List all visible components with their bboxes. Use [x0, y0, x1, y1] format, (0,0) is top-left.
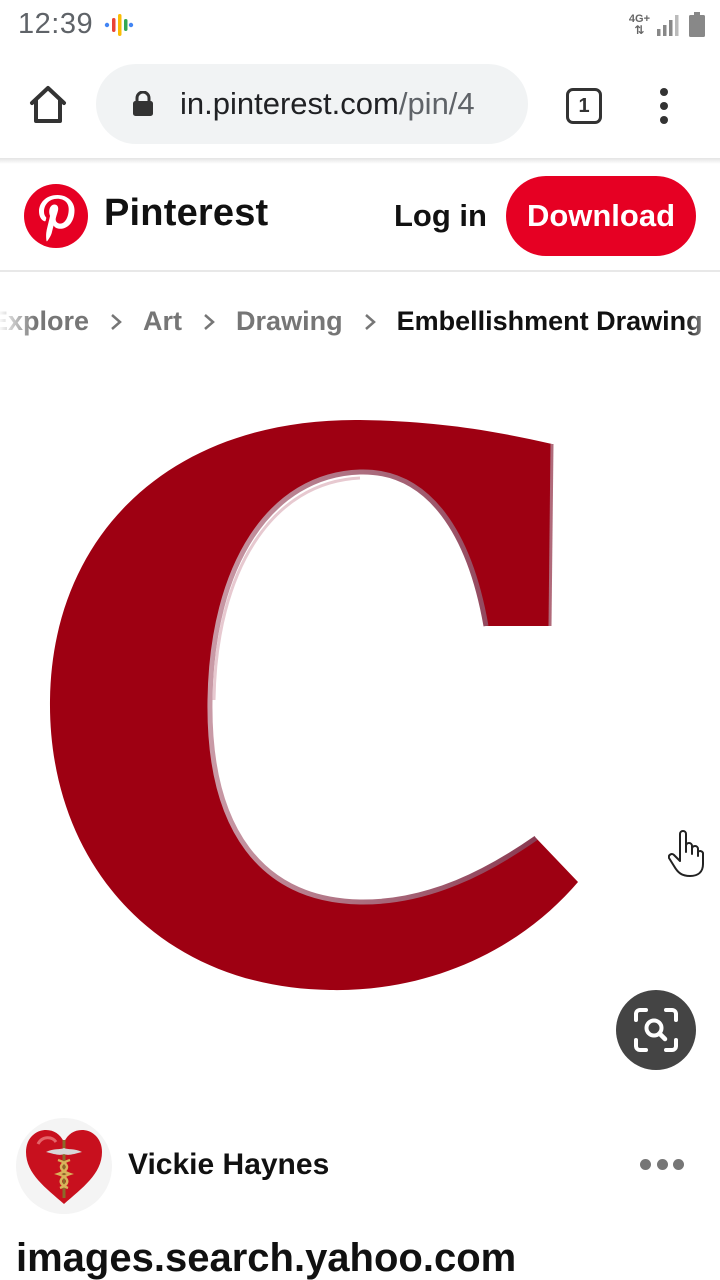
visual-search-icon	[634, 1008, 678, 1052]
home-icon[interactable]	[26, 83, 70, 127]
breadcrumb-list: Explore Art Drawing Embellishment Drawin…	[0, 306, 703, 337]
address-bar[interactable]: in.pinterest.com/pin/4	[96, 64, 528, 144]
status-time: 12:39	[18, 8, 94, 40]
tabs-icon[interactable]: 1	[566, 88, 602, 124]
url-path: /pin/4	[398, 86, 475, 121]
network-type: 4G+ ⇅	[628, 13, 650, 37]
login-button[interactable]: Log in	[384, 194, 497, 238]
breadcrumb-art[interactable]: Art	[143, 306, 182, 337]
chevron-right-icon	[111, 313, 122, 330]
avatar[interactable]	[16, 1118, 112, 1214]
heart-caduceus-icon	[26, 1130, 102, 1204]
hand-cursor-icon	[668, 830, 704, 877]
pinterest-logo-icon[interactable]	[24, 184, 88, 248]
download-button-label: Download	[526, 198, 676, 233]
overflow-menu-icon[interactable]	[650, 84, 678, 128]
browser-toolbar: in.pinterest.com/pin/4 1	[0, 50, 720, 160]
letter-c-image	[49, 419, 578, 991]
tab-count: 1	[578, 94, 590, 117]
site-header: Pinterest Log in Download	[0, 164, 720, 272]
status-bar: 12:39 4G+ ⇅	[0, 0, 720, 50]
signal-icon	[657, 15, 679, 36]
source-link[interactable]: images.search.yahoo.com	[16, 1236, 516, 1280]
lock-icon	[133, 91, 153, 116]
visual-search-button[interactable]	[616, 990, 696, 1070]
pin-image[interactable]	[0, 360, 720, 1100]
breadcrumb-embellishment-drawing[interactable]: Embellishment Drawing	[397, 306, 703, 337]
chevron-right-icon	[364, 313, 376, 330]
more-options-icon[interactable]	[640, 1156, 684, 1172]
breadcrumb-fade-left	[0, 296, 36, 356]
breadcrumb: Explore Art Drawing Embellishment Drawin…	[0, 296, 720, 356]
author-row: Vickie Haynes	[0, 1110, 720, 1220]
url-text[interactable]: in.pinterest.com/pin/4	[180, 86, 508, 122]
podcast-icon	[104, 14, 134, 36]
breadcrumb-drawing[interactable]: Drawing	[236, 306, 343, 337]
author-name[interactable]: Vickie Haynes	[128, 1148, 329, 1182]
battery-icon	[689, 12, 705, 37]
chevron-right-icon	[204, 313, 215, 330]
breadcrumb-fade-right	[684, 296, 720, 356]
brand-name[interactable]: Pinterest	[104, 192, 268, 235]
download-button[interactable]: Download	[506, 176, 696, 256]
url-domain: in.pinterest.com	[180, 86, 399, 121]
